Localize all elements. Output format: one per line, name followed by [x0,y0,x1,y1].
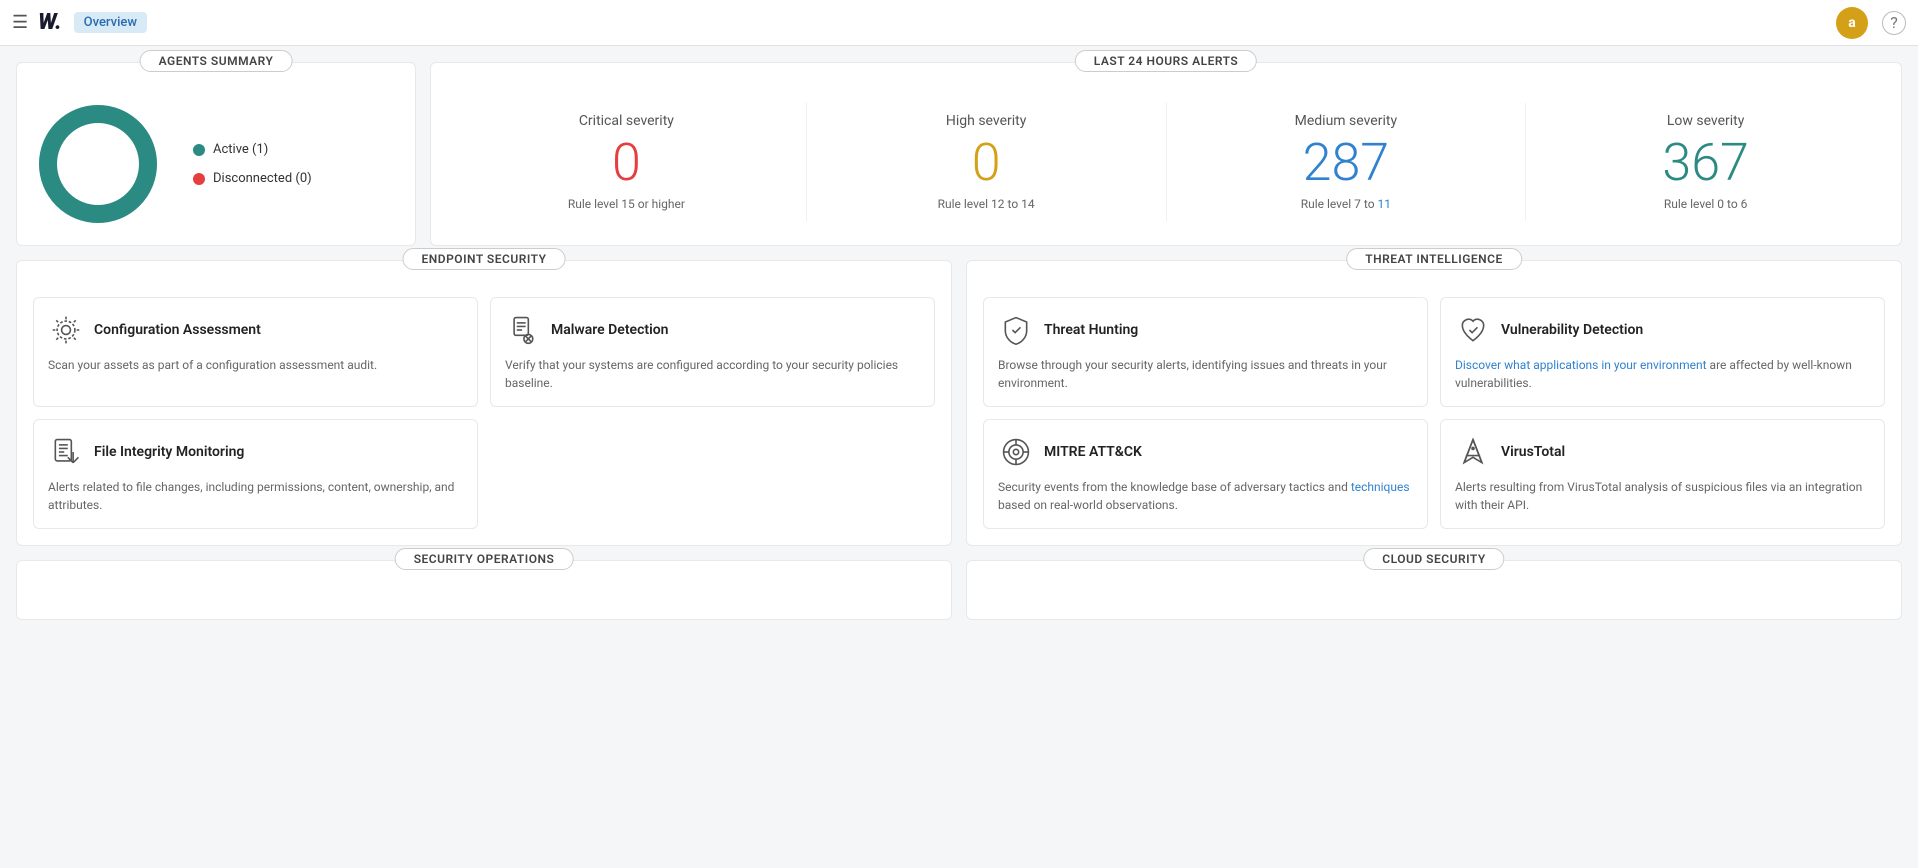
main-content: AGENTS SUMMARY Active (1) Disconnec [0,46,1918,636]
critical-number: 0 [457,137,796,189]
high-severity-col[interactable]: High severity 0 Rule level 12 to 14 [807,103,1167,221]
vuln-desc-link[interactable]: Discover what applications in your envir… [1455,358,1707,372]
virustotal-header: VirusTotal [1455,434,1870,470]
file-header: File Integrity Monitoring [48,434,463,470]
virus-icon [1455,434,1491,470]
bottom-row: SECURITY OPERATIONS CLOUD SECURITY [16,560,1902,620]
critical-severity-col[interactable]: Critical severity 0 Rule level 15 or hig… [447,103,807,221]
vulnerability-detection-title: Vulnerability Detection [1501,322,1643,338]
medium-link[interactable]: 11 [1378,197,1392,211]
malware-icon [505,312,541,348]
endpoint-security-panel: ENDPOINT SECURITY Configuration Assessme… [16,260,952,546]
active-label: Active (1) [213,142,268,157]
help-icon[interactable]: ? [1882,11,1906,35]
active-dot [193,144,205,156]
critical-label: Critical severity [457,113,796,129]
low-number: 367 [1536,137,1875,189]
low-label: Low severity [1536,113,1875,129]
low-severity-col[interactable]: Low severity 367 Rule level 0 to 6 [1526,103,1885,221]
mitre-header: MITRE ATT&CK [998,434,1413,470]
medium-number: 287 [1177,137,1516,189]
cloud-security-title: CLOUD SECURITY [1363,548,1504,570]
mitre-title: MITRE ATT&CK [1044,444,1142,460]
topnav-right: a ? [1836,7,1906,39]
alerts-card: LAST 24 HOURS ALERTS Critical severity 0… [430,62,1902,246]
threat-intelligence-panel: THREAT INTELLIGENCE Threat Hunting Brows [966,260,1902,546]
alerts-title: LAST 24 HOURS ALERTS [1075,50,1257,72]
high-desc: Rule level 12 to 14 [817,197,1156,211]
medium-severity-col[interactable]: Medium severity 287 Rule level 7 to 11 [1167,103,1527,221]
vulnerability-detection-desc: Discover what applications in your envir… [1455,356,1870,392]
endpoint-cards-grid: Configuration Assessment Scan your asset… [33,297,935,529]
mitre-desc: Security events from the knowledge base … [998,478,1413,514]
agents-inner: Active (1) Disconnected (0) [33,99,399,229]
vuln-header: Vulnerability Detection [1455,312,1870,348]
disconnected-label: Disconnected (0) [213,171,312,186]
malware-detection-card[interactable]: Malware Detection Verify that your syste… [490,297,935,407]
alerts-inner: Critical severity 0 Rule level 15 or hig… [447,103,1885,221]
disconnected-dot [193,173,205,185]
disconnected-legend-item: Disconnected (0) [193,171,312,186]
menu-hamburger-icon[interactable]: ☰ [12,12,28,33]
malware-detection-desc: Verify that your systems are configured … [505,356,920,392]
agents-summary-title: AGENTS SUMMARY [140,50,293,72]
cloud-security-panel: CLOUD SECURITY [966,560,1902,620]
critical-desc: Rule level 15 or higher [457,197,796,211]
medium-desc: Rule level 7 to 11 [1177,197,1516,211]
threat-hunting-card[interactable]: Threat Hunting Browse through your secur… [983,297,1428,407]
endpoint-security-title: ENDPOINT SECURITY [403,248,566,270]
gear-icon [48,312,84,348]
virustotal-title: VirusTotal [1501,444,1565,460]
heart-check-icon [1455,312,1491,348]
agents-legend: Active (1) Disconnected (0) [193,142,312,186]
file-integrity-desc: Alerts related to file changes, includin… [48,478,463,514]
file-integrity-title: File Integrity Monitoring [94,444,244,460]
threat-intelligence-title: THREAT INTELLIGENCE [1346,248,1522,270]
high-label: High severity [817,113,1156,129]
malware-detection-title: Malware Detection [551,322,668,338]
topnav: ☰ W. Overview a ? [0,0,1918,46]
threat-cards-grid: Threat Hunting Browse through your secur… [983,297,1885,529]
config-header: Configuration Assessment [48,312,463,348]
agents-donut-chart [33,99,163,229]
mitre-link[interactable]: techniques [1351,480,1410,494]
shield-icon [998,312,1034,348]
file-icon [48,434,84,470]
config-assessment-title: Configuration Assessment [94,322,261,338]
sections-row: ENDPOINT SECURITY Configuration Assessme… [16,260,1902,546]
app-logo: W. [38,10,61,35]
threat-hunting-desc: Browse through your security alerts, ide… [998,356,1413,392]
file-integrity-card[interactable]: File Integrity Monitoring Alerts related… [33,419,478,529]
security-operations-panel: SECURITY OPERATIONS [16,560,952,620]
config-assessment-desc: Scan your assets as part of a configurat… [48,356,463,374]
malware-header: Malware Detection [505,312,920,348]
high-number: 0 [817,137,1156,189]
user-avatar[interactable]: a [1836,7,1868,39]
target-icon [998,434,1034,470]
medium-label: Medium severity [1177,113,1516,129]
low-desc: Rule level 0 to 6 [1536,197,1875,211]
threat-hunting-title: Threat Hunting [1044,322,1138,338]
virustotal-card[interactable]: VirusTotal Alerts resulting from VirusTo… [1440,419,1885,529]
security-operations-title: SECURITY OPERATIONS [395,548,574,570]
threat-hunting-header: Threat Hunting [998,312,1413,348]
mitre-card[interactable]: MITRE ATT&CK Security events from the kn… [983,419,1428,529]
agents-summary-card: AGENTS SUMMARY Active (1) Disconnec [16,62,416,246]
top-row: AGENTS SUMMARY Active (1) Disconnec [16,62,1902,246]
overview-tab[interactable]: Overview [74,12,147,33]
virustotal-desc: Alerts resulting from VirusTotal analysi… [1455,478,1870,514]
active-legend-item: Active (1) [193,142,312,157]
vulnerability-detection-card[interactable]: Vulnerability Detection Discover what ap… [1440,297,1885,407]
configuration-assessment-card[interactable]: Configuration Assessment Scan your asset… [33,297,478,407]
